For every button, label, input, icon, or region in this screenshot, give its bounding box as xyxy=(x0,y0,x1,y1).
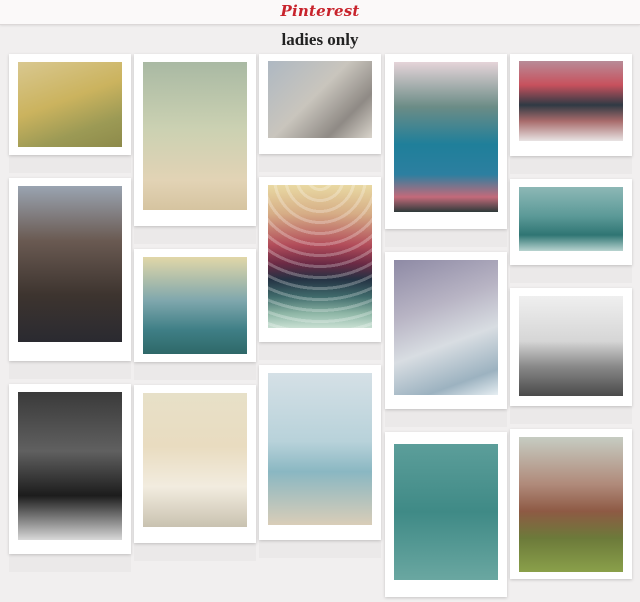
pin-image[interactable] xyxy=(18,62,122,147)
pin-image[interactable] xyxy=(394,260,498,395)
pin-column-1 xyxy=(9,54,131,577)
pin-card[interactable] xyxy=(259,365,381,558)
pin-image[interactable] xyxy=(394,62,498,212)
pin-column-5 xyxy=(510,54,632,584)
pin-card[interactable] xyxy=(9,54,131,173)
board-title: ladies only xyxy=(281,30,359,49)
pin-image[interactable] xyxy=(268,61,372,138)
pin-image[interactable] xyxy=(519,61,623,141)
pin-image[interactable] xyxy=(18,392,122,540)
pin-image[interactable] xyxy=(394,444,498,580)
pin-card[interactable] xyxy=(510,288,632,424)
pin-image[interactable] xyxy=(143,62,247,210)
pin-image[interactable] xyxy=(519,437,623,572)
pin-image[interactable] xyxy=(143,257,247,354)
pin-card[interactable] xyxy=(134,54,256,244)
top-bar: Pinterest xyxy=(0,0,640,25)
pin-image[interactable] xyxy=(268,373,372,525)
pin-image[interactable] xyxy=(18,186,122,342)
pin-image[interactable] xyxy=(519,296,623,396)
pin-card[interactable] xyxy=(9,178,131,379)
pin-column-2 xyxy=(134,54,256,566)
pin-card[interactable] xyxy=(134,385,256,561)
pin-card[interactable] xyxy=(259,177,381,360)
pin-image[interactable] xyxy=(268,185,372,328)
pin-card[interactable] xyxy=(259,54,381,172)
pin-card[interactable] xyxy=(385,54,507,247)
pin-card[interactable] xyxy=(134,249,256,380)
pin-card[interactable] xyxy=(510,54,632,174)
pin-column-3 xyxy=(259,54,381,563)
pin-column-4 xyxy=(385,54,507,602)
pin-card[interactable] xyxy=(9,384,131,572)
pin-card[interactable] xyxy=(385,252,507,427)
pin-image[interactable] xyxy=(519,187,623,251)
pin-image[interactable] xyxy=(143,393,247,527)
pin-card[interactable] xyxy=(510,179,632,283)
pin-card[interactable] xyxy=(510,429,632,579)
pin-card[interactable] xyxy=(385,432,507,597)
pinterest-logo[interactable]: Pinterest xyxy=(0,2,640,20)
